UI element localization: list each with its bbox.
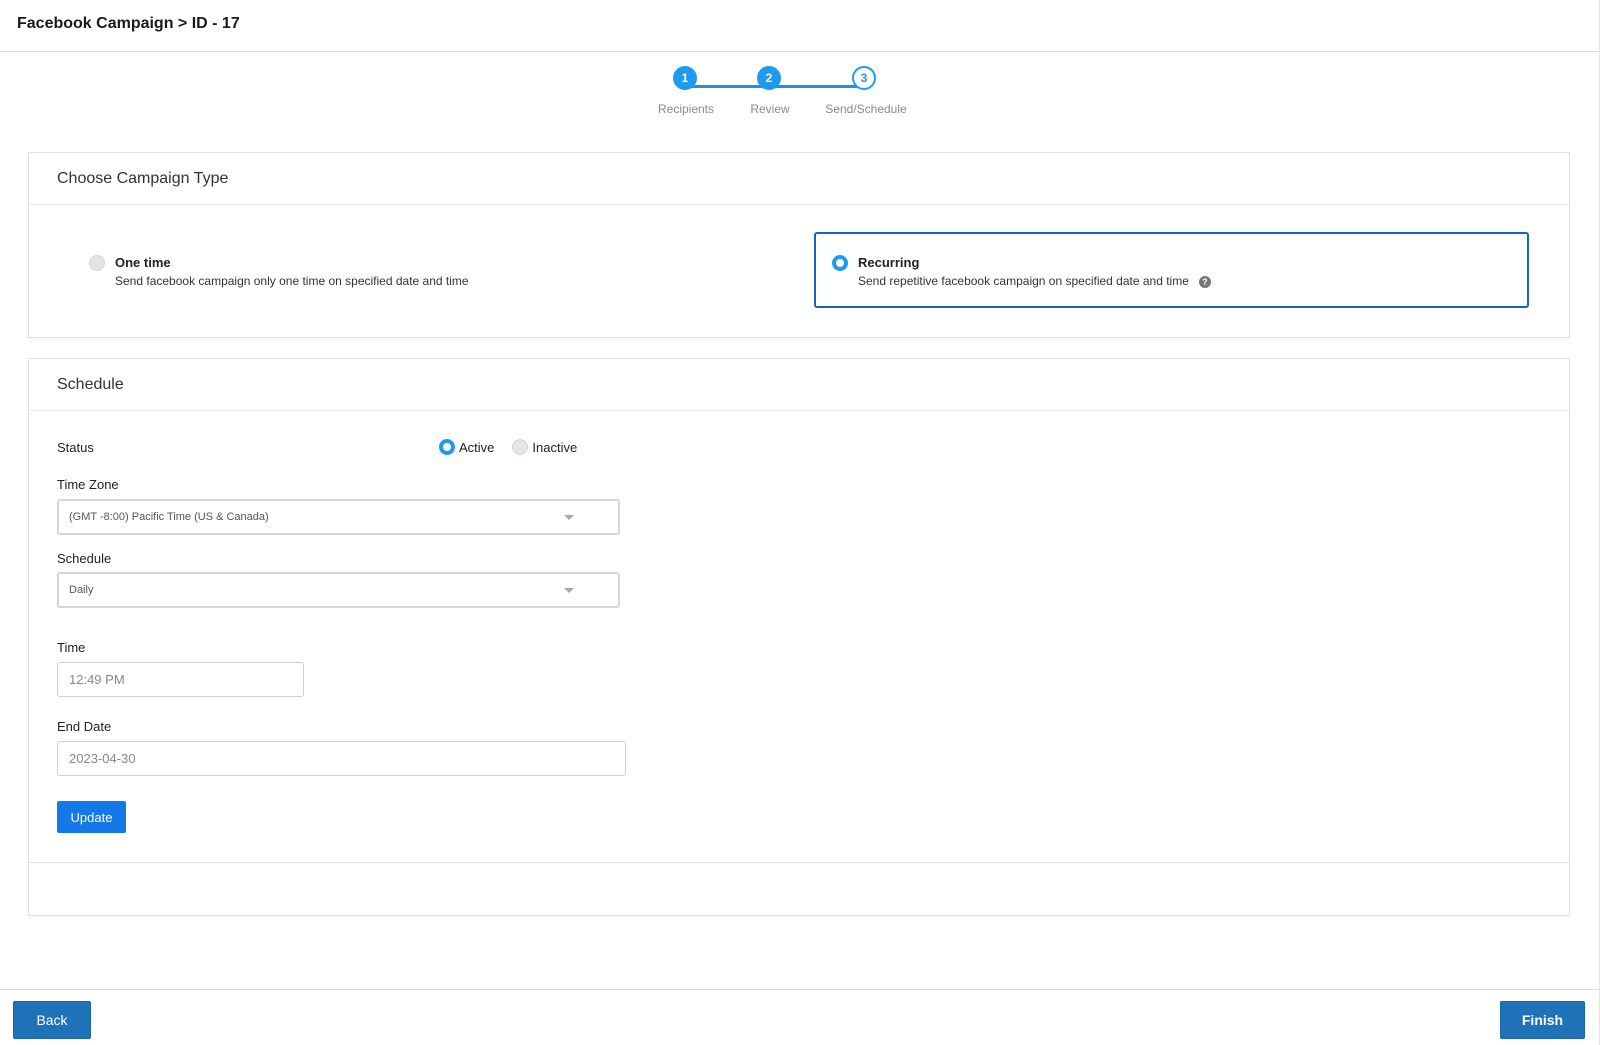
inactive-radio[interactable] bbox=[512, 439, 529, 455]
time-label: Time bbox=[57, 640, 86, 655]
page-title: Facebook Campaign > ID - 17 bbox=[17, 15, 240, 32]
status-label: Status bbox=[57, 440, 94, 455]
schedule-select[interactable]: Daily bbox=[57, 572, 620, 608]
step-1-label: Recipients bbox=[657, 102, 715, 116]
schedule-label: Schedule bbox=[57, 551, 112, 566]
one-time-option[interactable]: One time Send facebook campaign only one… bbox=[89, 255, 469, 288]
status-radio-group: Active Inactive bbox=[439, 439, 595, 455]
bottom-bar: Back Finish bbox=[0, 989, 1600, 1045]
progress-stepper: 1 2 3 Recipients Review Send/Schedule bbox=[640, 66, 940, 120]
step-connector-1 bbox=[685, 85, 770, 88]
active-label[interactable]: Active bbox=[459, 440, 494, 455]
active-radio[interactable] bbox=[439, 439, 455, 455]
campaign-type-card: Choose Campaign Type One time Send faceb… bbox=[28, 152, 1570, 338]
chevron-down-icon bbox=[564, 588, 574, 593]
recurring-radio[interactable] bbox=[832, 255, 848, 271]
recurring-title: Recurring bbox=[858, 255, 920, 270]
recurring-description: Send repetitive facebook campaign on spe… bbox=[858, 274, 1189, 288]
step-2-circle[interactable]: 2 bbox=[757, 66, 781, 90]
top-bar: Facebook Campaign > ID - 17 bbox=[0, 0, 1600, 52]
step-connector-2 bbox=[769, 85, 864, 88]
one-time-description: Send facebook campaign only one time on … bbox=[115, 274, 469, 288]
timezone-value: (GMT -8:00) Pacific Time (US & Canada) bbox=[69, 511, 269, 523]
chevron-down-icon bbox=[564, 515, 574, 520]
timezone-select[interactable]: (GMT -8:00) Pacific Time (US & Canada) bbox=[57, 499, 620, 535]
step-3-label: Send/Schedule bbox=[825, 102, 907, 116]
one-time-title: One time bbox=[115, 255, 171, 270]
inactive-label[interactable]: Inactive bbox=[532, 440, 577, 455]
schedule-card: Schedule Status Active Inactive Time Zon… bbox=[28, 358, 1570, 916]
one-time-radio[interactable] bbox=[89, 255, 105, 271]
timezone-label: Time Zone bbox=[57, 477, 119, 492]
update-button[interactable]: Update bbox=[57, 801, 126, 833]
recurring-option[interactable]: Recurring Send repetitive facebook campa… bbox=[814, 232, 1529, 308]
end-date-input[interactable] bbox=[57, 741, 626, 776]
divider bbox=[29, 862, 1569, 863]
campaign-type-heading: Choose Campaign Type bbox=[29, 153, 1569, 205]
time-input[interactable] bbox=[57, 662, 304, 697]
schedule-heading: Schedule bbox=[29, 359, 1569, 411]
step-2-label: Review bbox=[750, 102, 790, 116]
schedule-value: Daily bbox=[69, 584, 94, 596]
step-3-circle[interactable]: 3 bbox=[852, 66, 876, 90]
step-1-circle[interactable]: 1 bbox=[673, 66, 697, 90]
end-date-label: End Date bbox=[57, 719, 112, 734]
back-button[interactable]: Back bbox=[13, 1001, 91, 1039]
help-icon[interactable]: ? bbox=[1198, 275, 1211, 288]
finish-button[interactable]: Finish bbox=[1500, 1001, 1585, 1039]
recurring-description-row: Send repetitive facebook campaign on spe… bbox=[858, 274, 1211, 288]
